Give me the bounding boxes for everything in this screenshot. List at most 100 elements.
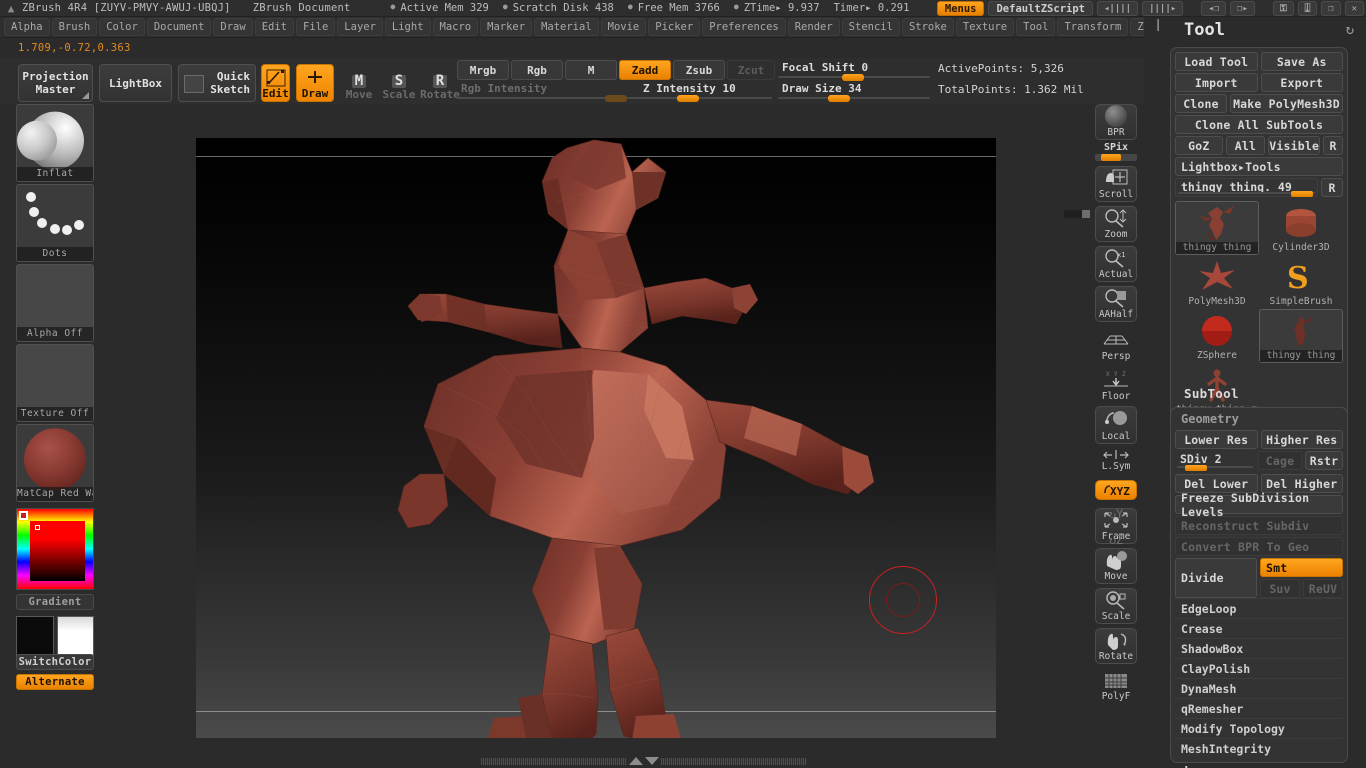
menu-item-movie[interactable]: Movie	[600, 18, 647, 36]
menu-item-transform[interactable]: Transform	[1057, 18, 1129, 36]
menu-item-preferences[interactable]: Preferences	[702, 18, 786, 36]
scroll-up-arrow-icon[interactable]	[629, 757, 643, 765]
zcut-button[interactable]: Zcut	[727, 60, 775, 80]
rvt-button-persp[interactable]: Persp	[1095, 326, 1137, 364]
rvt-button-rotate[interactable]: Rotate	[1095, 628, 1137, 664]
mrgb-button[interactable]: Mrgb	[457, 60, 509, 80]
reconstruct-subdiv-button[interactable]: Reconstruct Subdiv	[1175, 516, 1343, 535]
switch-color-button[interactable]: SwitchColor	[16, 654, 94, 670]
geometry-item-modify-topology[interactable]: Modify Topology	[1175, 718, 1343, 738]
rvt-button-actual[interactable]: x1 Actual	[1095, 246, 1137, 282]
geometry-item-shadowbox[interactable]: ShadowBox	[1175, 638, 1343, 658]
window-prev-icon[interactable]: ◂||||	[1097, 1, 1139, 16]
color-picker-sv-area[interactable]	[30, 521, 85, 581]
all-button[interactable]: All	[1225, 136, 1266, 155]
clone-all-subtools-button[interactable]: Clone All SubTools	[1175, 115, 1343, 134]
window-next-icon[interactable]: ||||▸	[1142, 1, 1184, 16]
restore-icon[interactable]: ❐	[1321, 1, 1341, 16]
sculpt-model[interactable]	[196, 138, 996, 738]
rvt-button-floor[interactable]: X Y Z Floor	[1095, 366, 1137, 404]
move-button[interactable]: M Move	[340, 64, 378, 102]
make-polymesh3d-button[interactable]: Make PolyMesh3D	[1230, 94, 1343, 113]
color-picker[interactable]	[16, 508, 94, 590]
reuv-button[interactable]: ReUV	[1303, 579, 1343, 598]
zsub-button[interactable]: Zsub	[673, 60, 725, 80]
menu-item-texture[interactable]: Texture	[955, 18, 1015, 36]
load-tool-button[interactable]: Load Tool	[1175, 52, 1258, 71]
alpha-swatch[interactable]: Alpha Off	[16, 264, 94, 342]
rotate-button[interactable]: R Rotate	[420, 64, 460, 102]
menu-item-material[interactable]: Material	[534, 18, 599, 36]
rgb-button[interactable]: Rgb	[511, 60, 563, 80]
layers-header[interactable]: Layers	[1184, 763, 1231, 768]
visible-button[interactable]: Visible	[1268, 136, 1321, 155]
tool-thumbnail[interactable]: ZSphere	[1175, 309, 1259, 363]
menu-item-light[interactable]: Light	[384, 18, 431, 36]
higher-res-button[interactable]: Higher Res	[1260, 430, 1343, 449]
rvt-button-move[interactable]: Move	[1095, 548, 1137, 584]
geometry-item-claypolish[interactable]: ClayPolish	[1175, 658, 1343, 678]
convert-bpr-to-geo-button[interactable]: Convert BPR To Geo	[1175, 537, 1343, 556]
import-button[interactable]: Import	[1175, 73, 1258, 92]
geometry-item-dynamesh[interactable]: DynaMesh	[1175, 678, 1343, 698]
canvas-area[interactable]	[104, 104, 1184, 750]
geometry-item-meshintegrity[interactable]: MeshIntegrity	[1175, 738, 1343, 758]
draw-size-track[interactable]	[778, 97, 930, 99]
menu-item-color[interactable]: Color	[99, 18, 145, 36]
secondary-color-swatch[interactable]	[56, 616, 94, 658]
stroke-swatch[interactable]: Dots	[16, 184, 94, 262]
geometry-item-edgeloop[interactable]: EdgeLoop	[1175, 598, 1343, 618]
rvt-button-aahalf[interactable]: AAHalf	[1095, 286, 1137, 322]
subtool-header[interactable]: SubTool	[1184, 386, 1239, 401]
scroll-down-arrow-icon[interactable]	[645, 757, 659, 765]
focal-shift-slider[interactable]: Focal Shift 0	[778, 61, 930, 81]
document-canvas[interactable]	[196, 138, 996, 738]
rgb-intensity-slider[interactable]: Rgb Intensity	[457, 82, 627, 102]
z-intensity-slider[interactable]: Z Intensity 10	[627, 82, 772, 102]
freeze-subdivision-button[interactable]: Freeze SubDivision Levels	[1175, 491, 1343, 519]
rvt-button-l-sym[interactable]: L.Sym	[1095, 448, 1137, 474]
dropdown-triangle-icon[interactable]	[82, 92, 89, 99]
save-as-button[interactable]: Save As	[1260, 52, 1343, 71]
rvt-button-local[interactable]: Local	[1095, 406, 1137, 444]
tool-thumbnail[interactable]: thingy thing	[1259, 309, 1343, 363]
rvt-button-zoom[interactable]: Zoom	[1095, 206, 1137, 242]
color-picker-selector[interactable]	[35, 525, 40, 530]
lock-icon[interactable]: ⚿	[1272, 1, 1294, 16]
tool-thumbnail[interactable]: Cylinder3D	[1259, 201, 1343, 255]
brush-swatch[interactable]: Inflat	[16, 104, 94, 182]
reset-icon[interactable]: ↻	[1346, 22, 1354, 38]
draw-size-slider[interactable]: Draw Size 34	[778, 82, 930, 102]
smt-button[interactable]: Smt	[1260, 558, 1343, 577]
cage-button[interactable]: Cage	[1258, 451, 1302, 470]
rvt-button-xyz[interactable]: XYZ	[1095, 480, 1137, 500]
tray-right-icon[interactable]: ❐▸	[1230, 1, 1255, 16]
geometry-item-crease[interactable]: Crease	[1175, 618, 1343, 638]
goz-button[interactable]: GoZ	[1175, 136, 1223, 155]
sdiv-slider[interactable]: SDiv 2	[1175, 451, 1255, 471]
goz-r-button[interactable]: R	[1323, 136, 1343, 155]
menu-item-tool[interactable]: Tool	[1016, 18, 1056, 36]
menu-item-picker[interactable]: Picker	[648, 18, 701, 36]
axis-ghost-y[interactable]: ↻Y	[1095, 507, 1137, 521]
geometry-header[interactable]: Geometry	[1175, 412, 1343, 426]
rvt-button-scroll[interactable]: Scroll	[1095, 166, 1137, 202]
export-button[interactable]: Export	[1260, 73, 1343, 92]
texture-swatch[interactable]: Texture Off	[16, 344, 94, 422]
tray-left-icon[interactable]: ◂❐	[1201, 1, 1227, 16]
focal-shift-knob[interactable]	[842, 74, 864, 81]
canvas-horizontal-scrollbar[interactable]	[104, 754, 1184, 768]
divide-button[interactable]: Divide	[1175, 558, 1257, 598]
color-swatches[interactable]	[16, 616, 94, 658]
draw-button[interactable]: Draw	[296, 64, 334, 102]
material-swatch[interactable]: MatCap Red Wa	[16, 424, 94, 502]
menu-item-stencil[interactable]: Stencil	[841, 18, 900, 36]
projection-master-button[interactable]: Projection Master	[18, 64, 93, 102]
primary-color-swatch[interactable]	[16, 616, 54, 658]
spix-track[interactable]	[1095, 154, 1137, 161]
menu-item-edit[interactable]: Edit	[254, 18, 294, 36]
tool-item-r-button[interactable]: R	[1321, 178, 1343, 197]
minimize-icon[interactable]: ⍗	[1297, 1, 1318, 16]
menu-item-brush[interactable]: Brush	[51, 18, 98, 36]
quick-sketch-button[interactable]: Quick Sketch	[178, 64, 256, 102]
